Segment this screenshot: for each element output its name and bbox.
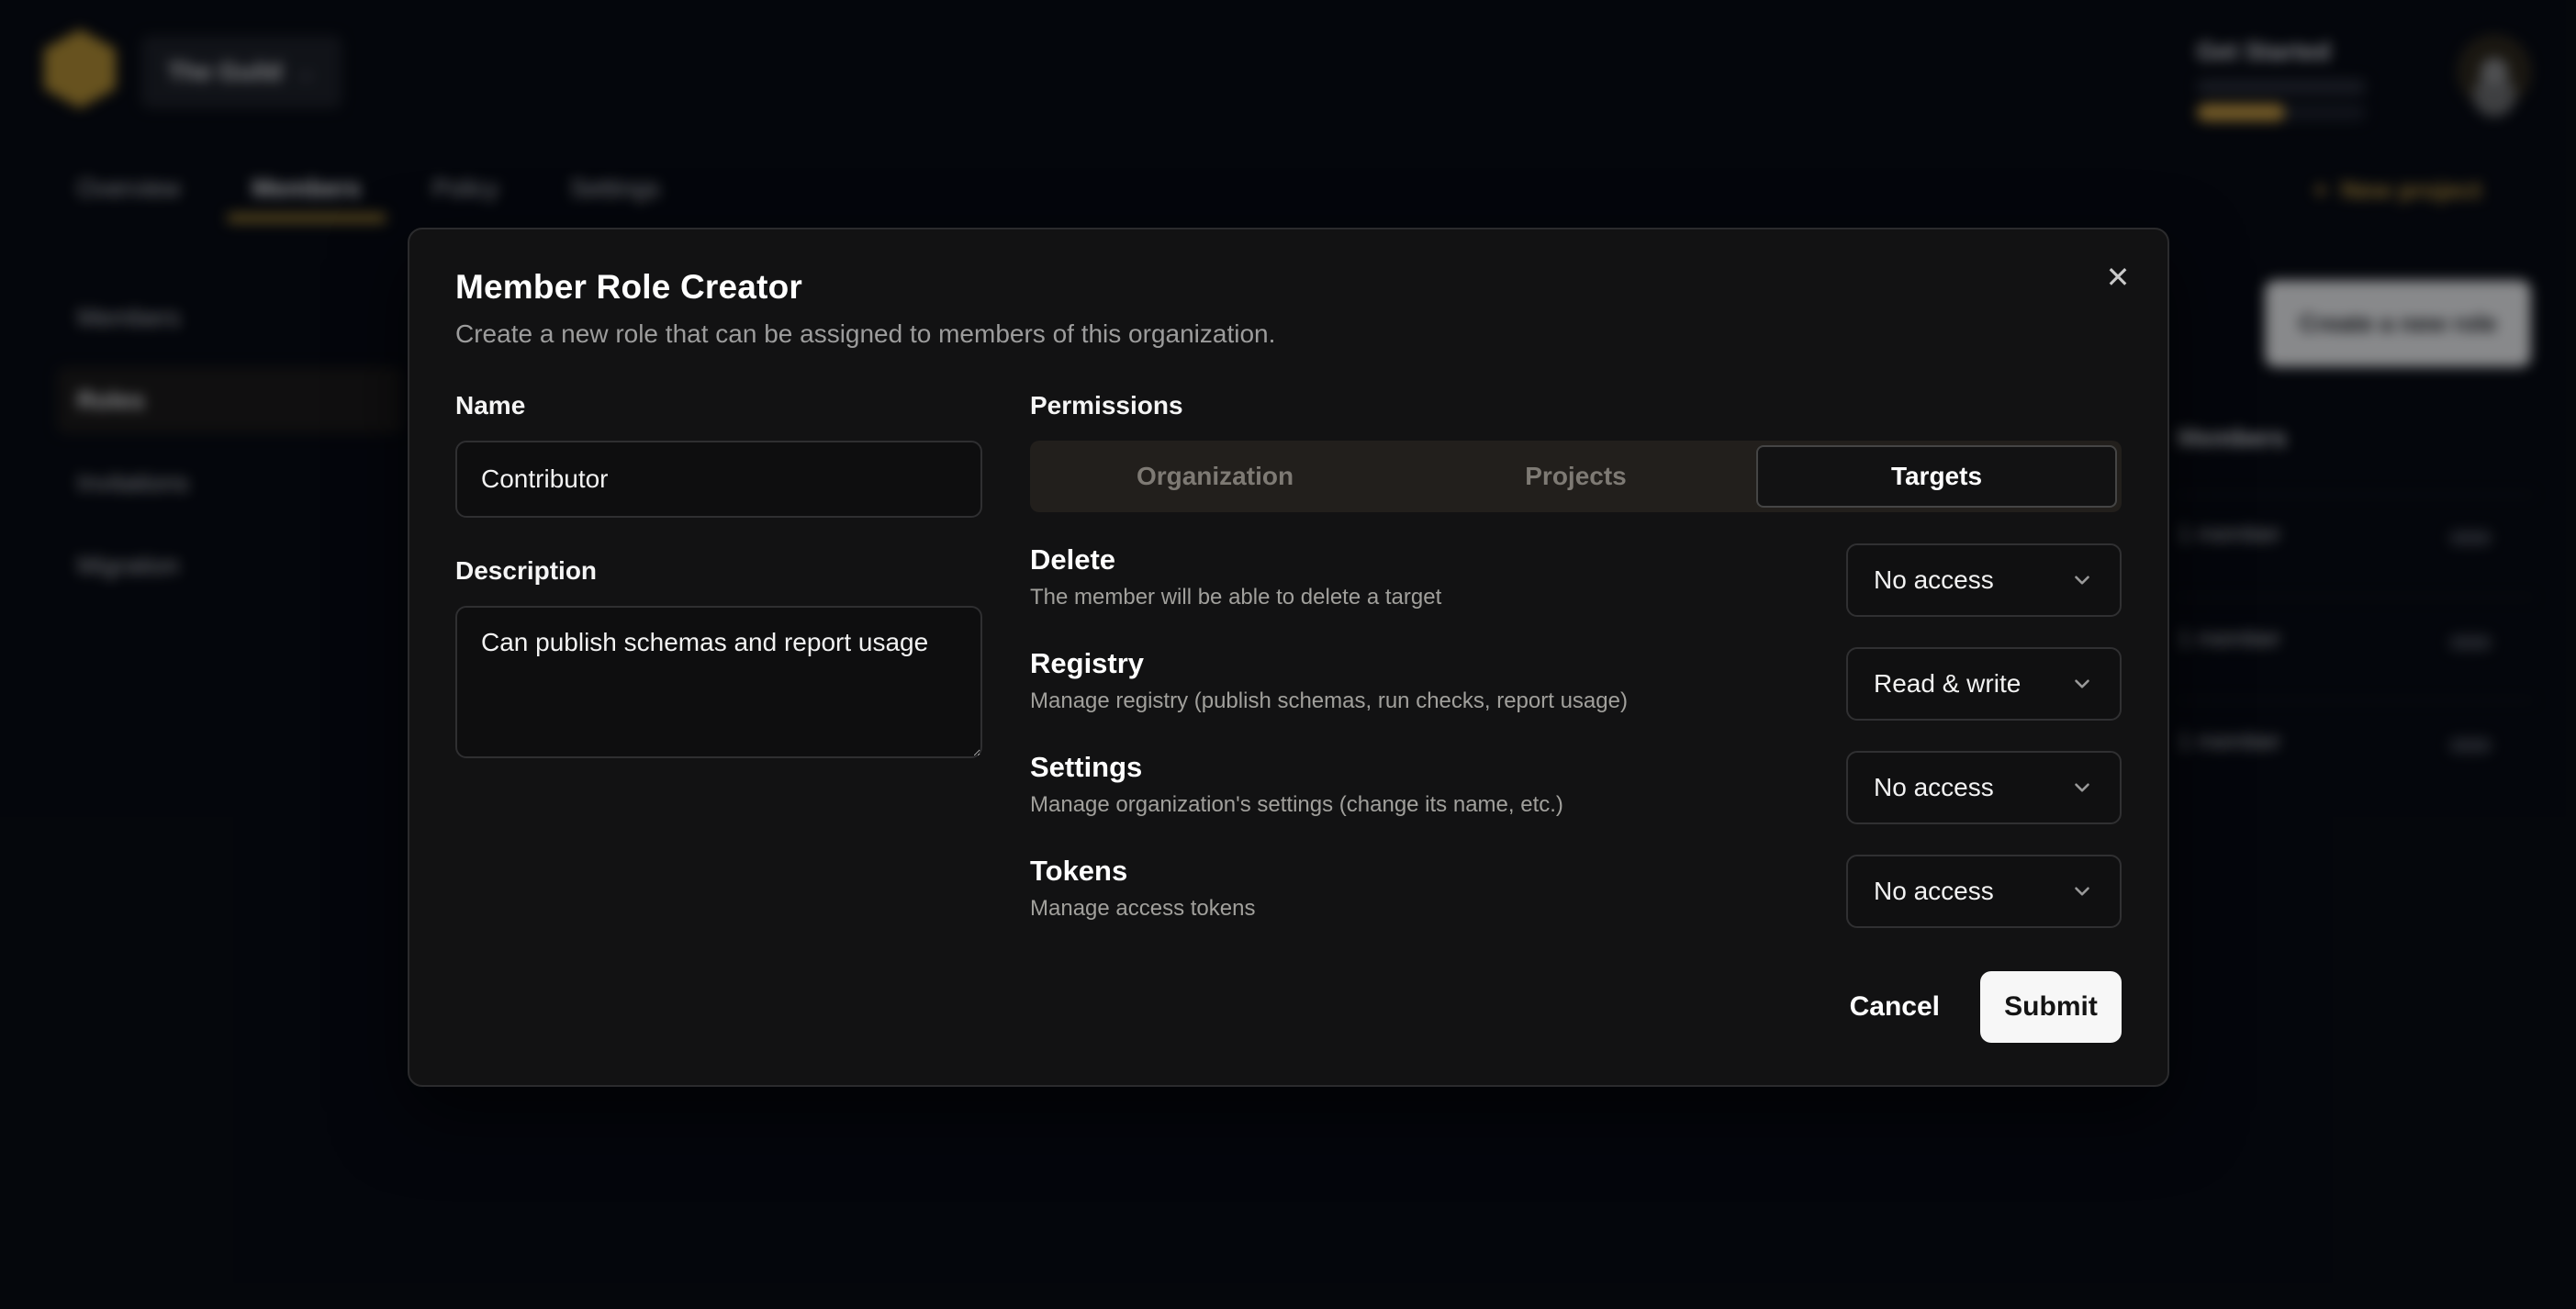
permissions-tab-group: Organization Projects Targets	[1030, 441, 2122, 512]
name-input[interactable]	[455, 441, 982, 518]
modal-subtitle: Create a new role that can be assigned t…	[455, 319, 2122, 349]
permission-title: Tokens	[1030, 855, 1255, 888]
form-right-column: Permissions Organization Projects Target…	[1030, 391, 2122, 958]
permissions-tab-targets[interactable]: Targets	[1756, 445, 2117, 508]
permission-description: Manage access tokens	[1030, 896, 1255, 922]
chevron-down-icon	[2070, 879, 2094, 903]
selected-value: No access	[1874, 877, 1994, 906]
description-label: Description	[455, 556, 982, 586]
permission-row-tokens: Tokens Manage access tokens No access	[1030, 855, 2122, 928]
settings-access-select[interactable]: No access	[1846, 751, 2122, 824]
chevron-down-icon	[2070, 568, 2094, 592]
form-left-column: Name Description Can publish schemas and…	[455, 391, 982, 958]
submit-button[interactable]: Submit	[1980, 971, 2122, 1043]
member-role-creator-modal: ✕ Member Role Creator Create a new role …	[408, 228, 2169, 1087]
delete-access-select[interactable]: No access	[1846, 543, 2122, 617]
registry-access-select[interactable]: Read & write	[1846, 647, 2122, 721]
role-form: Name Description Can publish schemas and…	[455, 391, 2122, 958]
selected-value: No access	[1874, 773, 1994, 802]
close-icon[interactable]: ✕	[2098, 257, 2138, 297]
selected-value: Read & write	[1874, 669, 2021, 699]
permissions-tab-projects[interactable]: Projects	[1395, 445, 1756, 508]
chevron-down-icon	[2070, 776, 2094, 800]
tokens-access-select[interactable]: No access	[1846, 855, 2122, 928]
permission-title: Registry	[1030, 647, 1628, 680]
app-window: The Guild ⌄ Get Started Overview Members…	[0, 0, 2576, 1309]
selected-value: No access	[1874, 565, 1994, 595]
permission-title: Delete	[1030, 543, 1441, 576]
modal-title: Member Role Creator	[455, 268, 2122, 307]
permissions-label: Permissions	[1030, 391, 2122, 420]
permission-description: The member will be able to delete a targ…	[1030, 585, 1441, 610]
permission-row-settings: Settings Manage organization's settings …	[1030, 751, 2122, 824]
permission-row-delete: Delete The member will be able to delete…	[1030, 543, 2122, 617]
permission-row-registry: Registry Manage registry (publish schema…	[1030, 647, 2122, 721]
modal-footer: Cancel Submit	[1850, 971, 2122, 1043]
permission-title: Settings	[1030, 751, 1563, 784]
chevron-down-icon	[2070, 672, 2094, 696]
permission-description: Manage registry (publish schemas, run ch…	[1030, 688, 1628, 714]
description-textarea[interactable]: Can publish schemas and report usage	[455, 606, 982, 758]
permissions-tab-organization[interactable]: Organization	[1035, 445, 1395, 508]
permission-description: Manage organization's settings (change i…	[1030, 792, 1563, 818]
cancel-button[interactable]: Cancel	[1850, 991, 1940, 1023]
name-label: Name	[455, 391, 982, 420]
